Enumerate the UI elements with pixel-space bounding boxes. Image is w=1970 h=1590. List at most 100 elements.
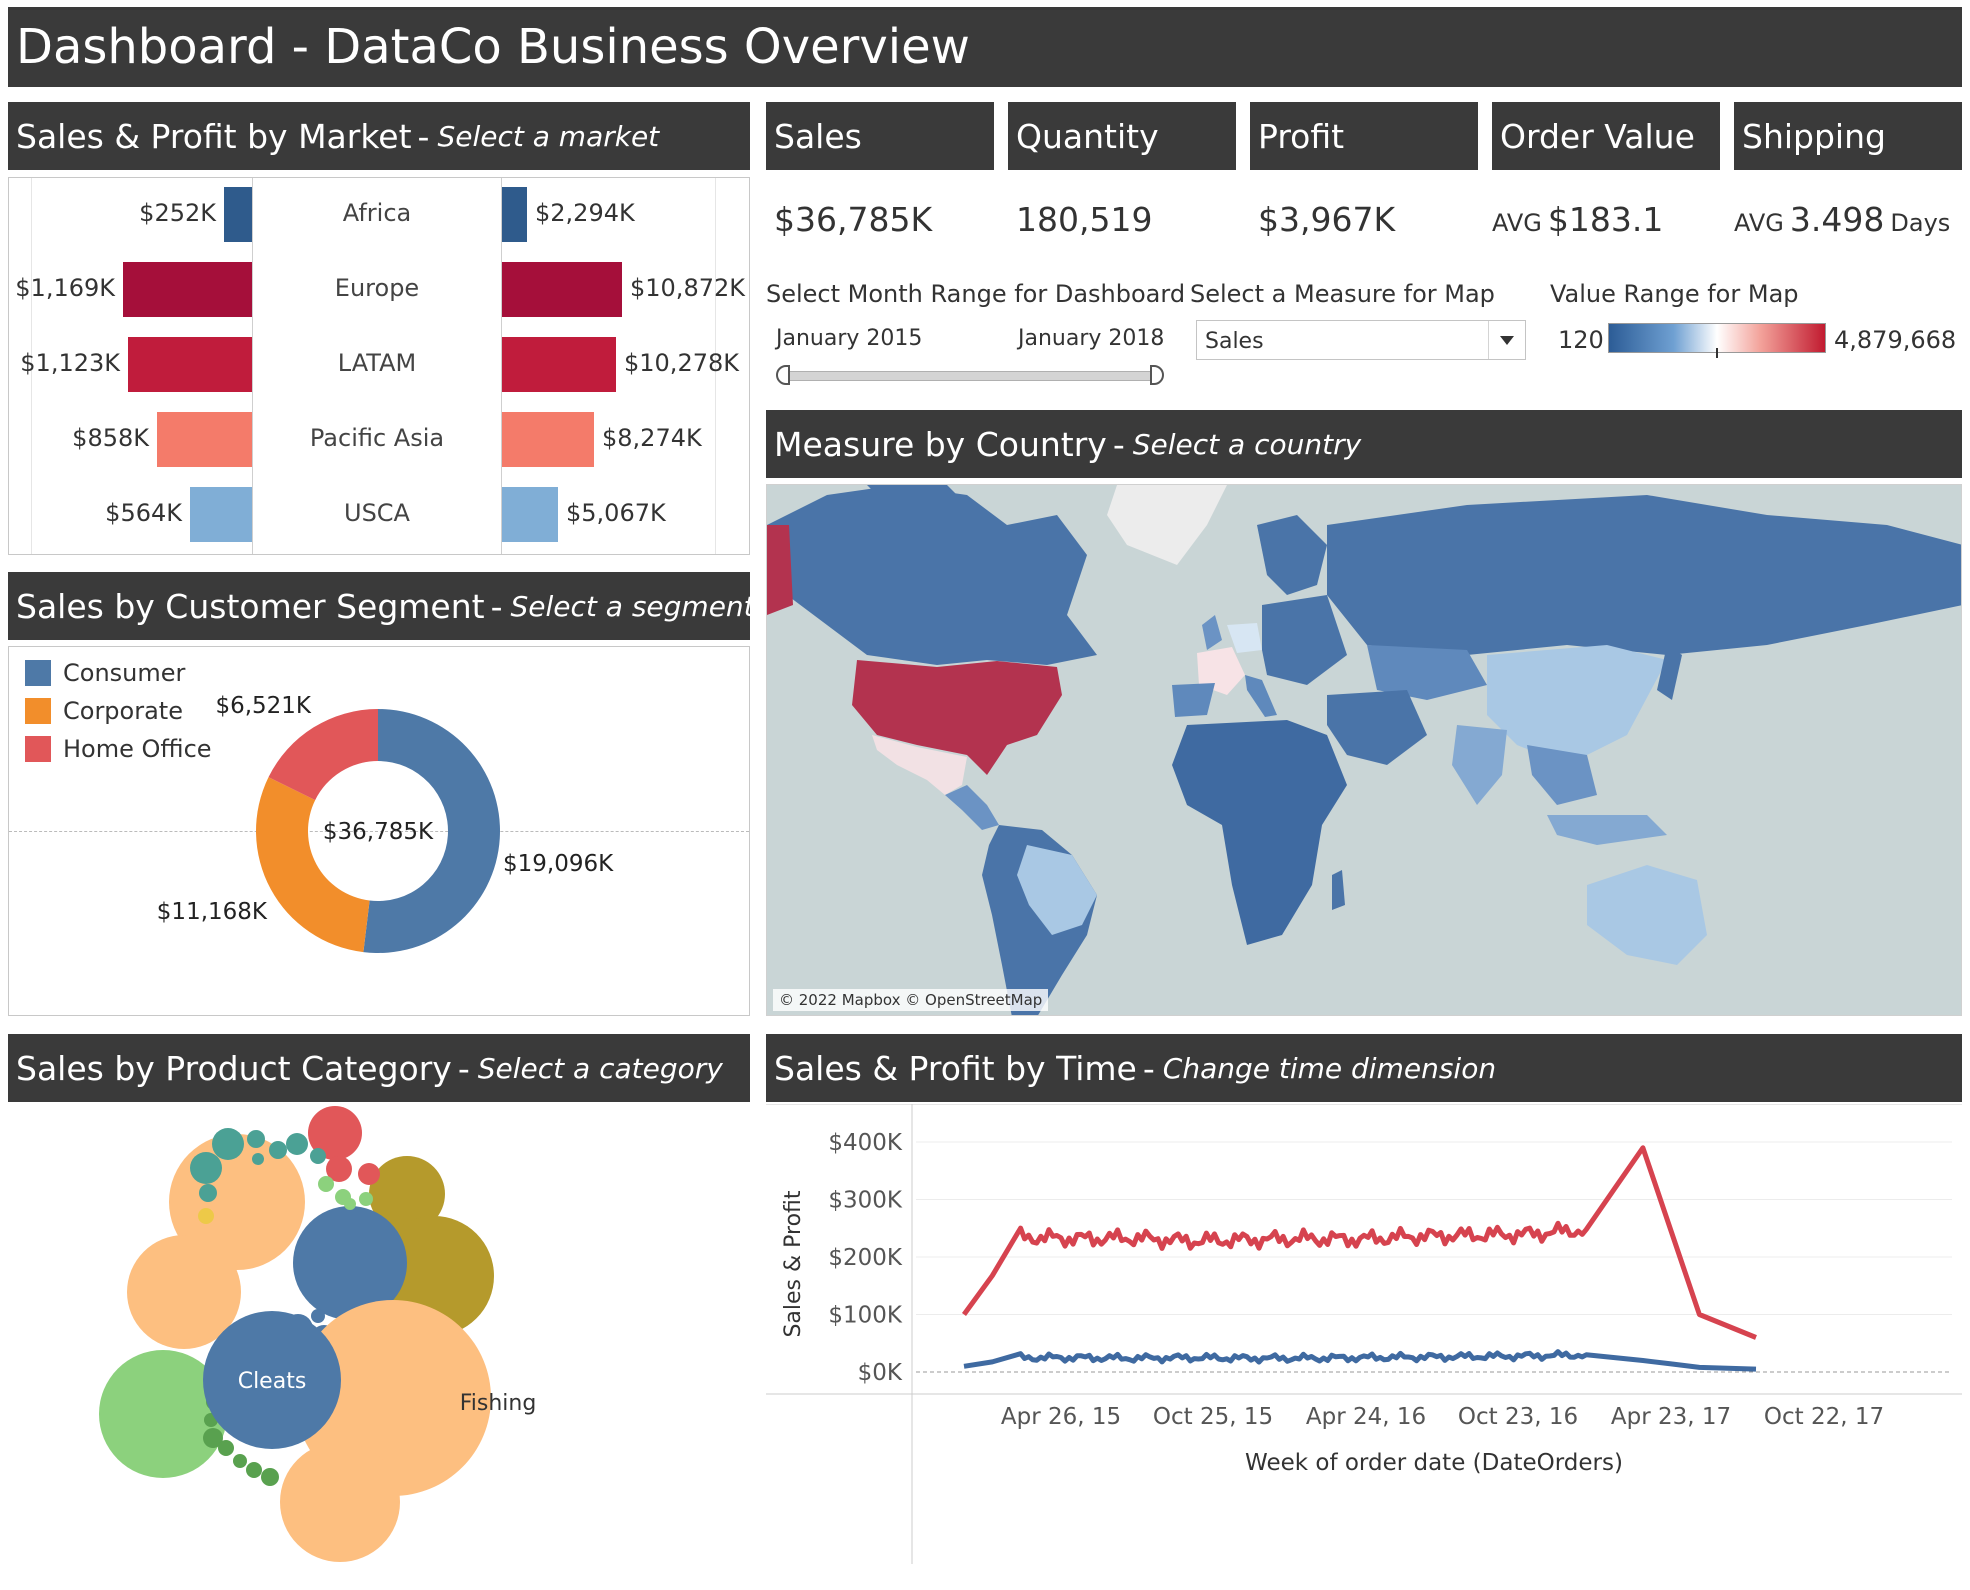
donut-value-label: $6,521K: [215, 693, 311, 719]
y-tick-label: $100K: [828, 1303, 903, 1329]
market-sales-bar[interactable]: [502, 262, 622, 317]
kpi-label: Sales: [774, 116, 862, 156]
bubble: [212, 1128, 244, 1160]
dashboard-title-bar: Dashboard - DataCo Business Overview: [8, 7, 1962, 87]
time-panel-header: Sales & Profit by Time - Change time dim…: [766, 1034, 1962, 1102]
bubble: [199, 1184, 217, 1202]
map-china: [1487, 645, 1667, 765]
kpi-value: $36,785K: [774, 200, 933, 239]
market-panel-header: Sales & Profit by Market - Select a mark…: [8, 102, 750, 170]
kpi-prefix: AVG: [1492, 209, 1542, 237]
y-axis-title: Sales & Profit: [781, 1190, 806, 1337]
market-name[interactable]: LATAM: [253, 349, 501, 377]
country-map[interactable]: © 2022 Mapbox © OpenStreetMap: [766, 484, 1962, 1016]
month-range-handle-end[interactable]: [1150, 365, 1164, 385]
x-tick-label: Oct 25, 15: [1153, 1404, 1273, 1430]
market-panel-hint: Select a market: [437, 119, 660, 153]
measure-select-title: Select a Measure for Map: [1190, 280, 1495, 308]
x-tick-label: Apr 24, 16: [1306, 1404, 1426, 1430]
profit-line[interactable]: [963, 1349, 1757, 1372]
category-panel-header: Sales by Product Category - Select a cat…: [8, 1034, 750, 1102]
segment-panel[interactable]: Consumer Corporate Home Office $19,096K $…: [8, 646, 750, 1016]
market-profit-bar[interactable]: [157, 412, 252, 467]
map-east-europe: [1262, 595, 1347, 685]
map-panel-header: Measure by Country - Select a country: [766, 410, 1962, 478]
map-panel-hint: Select a country: [1132, 427, 1362, 461]
kpi-header: Order Value: [1492, 102, 1720, 170]
kpi-value: $183.1: [1547, 200, 1664, 239]
market-name[interactable]: Pacific Asia: [253, 424, 501, 452]
category-bubble-chart[interactable]: Cleats Fishing: [8, 1104, 750, 1564]
bubble: [318, 1176, 334, 1192]
x-tick-label: Apr 23, 17: [1611, 1404, 1731, 1430]
time-panel-title: Sales & Profit by Time: [774, 1048, 1137, 1088]
month-range-slider[interactable]: [778, 371, 1162, 381]
market-profit-bar[interactable]: [123, 262, 252, 317]
kpi-value-row: $36,785K: [774, 200, 932, 239]
market-panel-title: Sales & Profit by Market: [16, 116, 412, 156]
market-sales-label: $10,278K: [624, 349, 739, 377]
world-map-svg: [767, 485, 1961, 1015]
market-profit-label: $564K: [105, 499, 182, 527]
map-australia: [1587, 865, 1707, 965]
sales-line[interactable]: [961, 1145, 1757, 1340]
kpi-label: Quantity: [1016, 116, 1159, 156]
month-range-handle-start[interactable]: [776, 365, 790, 385]
bubble: [280, 1442, 400, 1562]
market-sales-bar[interactable]: [502, 487, 558, 542]
kpi-header: Profit: [1250, 102, 1478, 170]
kpi-prefix: AVG: [1734, 209, 1784, 237]
kpi-value-row: $3,967K: [1258, 200, 1395, 239]
kpi-value: 180,519: [1016, 200, 1153, 239]
bubble: [286, 1133, 308, 1155]
chevron-down-icon: [1488, 321, 1525, 359]
map-central-america: [945, 785, 999, 830]
month-range-title: Select Month Range for Dashboard: [766, 280, 1186, 308]
category-panel-title: Sales by Product Category: [16, 1048, 452, 1088]
map-attribution[interactable]: © 2022 Mapbox © OpenStreetMap: [773, 989, 1049, 1011]
market-sales-bar[interactable]: [502, 412, 594, 467]
market-sales-bar[interactable]: [502, 187, 527, 242]
market-profit-label: $252K: [139, 199, 216, 227]
y-tick-label: $400K: [828, 1130, 903, 1156]
market-sales-label: $2,294K: [535, 199, 635, 227]
map-spain: [1172, 683, 1215, 717]
bubble: [233, 1454, 247, 1468]
market-name[interactable]: Europe: [253, 274, 501, 302]
map-italy: [1245, 675, 1277, 717]
x-axis-title: Week of order date (DateOrders): [1245, 1450, 1623, 1476]
measure-select[interactable]: Sales: [1196, 320, 1526, 360]
value-range-title: Value Range for Map: [1550, 280, 1799, 308]
bubble: [358, 1163, 380, 1185]
segment-donut-chart[interactable]: $19,096K $11,168K $6,521K $36,785K: [9, 647, 749, 1015]
market-profit-label: $1,169K: [15, 274, 115, 302]
market-name[interactable]: USCA: [253, 499, 501, 527]
measure-select-value: Sales: [1205, 329, 1264, 354]
map-alaska: [767, 525, 793, 615]
market-name[interactable]: Africa: [253, 199, 501, 227]
map-uk: [1202, 615, 1222, 650]
market-profit-bar[interactable]: [224, 187, 252, 242]
market-profit-bar[interactable]: [128, 337, 252, 392]
donut-slice-corporate[interactable]: [256, 777, 370, 953]
market-sales-bar[interactable]: [502, 337, 616, 392]
donut-center-label: $36,785K: [323, 819, 434, 845]
bubble: [344, 1198, 356, 1210]
kpi-value-row: AVG $183.1: [1492, 200, 1663, 239]
market-panel[interactable]: $252K Africa $2,294K $1,169K Europe $10,872K $…: [8, 177, 750, 555]
value-range-min: 120: [1558, 326, 1604, 354]
market-profit-bar[interactable]: [190, 487, 252, 542]
map-panel-title: Measure by Country: [774, 424, 1107, 464]
time-line-chart[interactable]: $400K $300K $200K $100K $0K Sales & Profit Apr…: [766, 1103, 1962, 1564]
bubble: [247, 1130, 265, 1148]
bubble: [198, 1208, 214, 1224]
month-range-end: January 2018: [1018, 326, 1165, 351]
map-madagascar: [1332, 870, 1345, 910]
value-range-max: 4,879,668: [1834, 326, 1957, 354]
map-indonesia: [1547, 815, 1667, 845]
bubble: [311, 1309, 325, 1323]
kpi-value-row: 180,519: [1016, 200, 1152, 239]
page-title: Dashboard - DataCo Business Overview: [16, 19, 970, 75]
market-sales-label: $8,274K: [602, 424, 702, 452]
bubble: [246, 1462, 262, 1478]
